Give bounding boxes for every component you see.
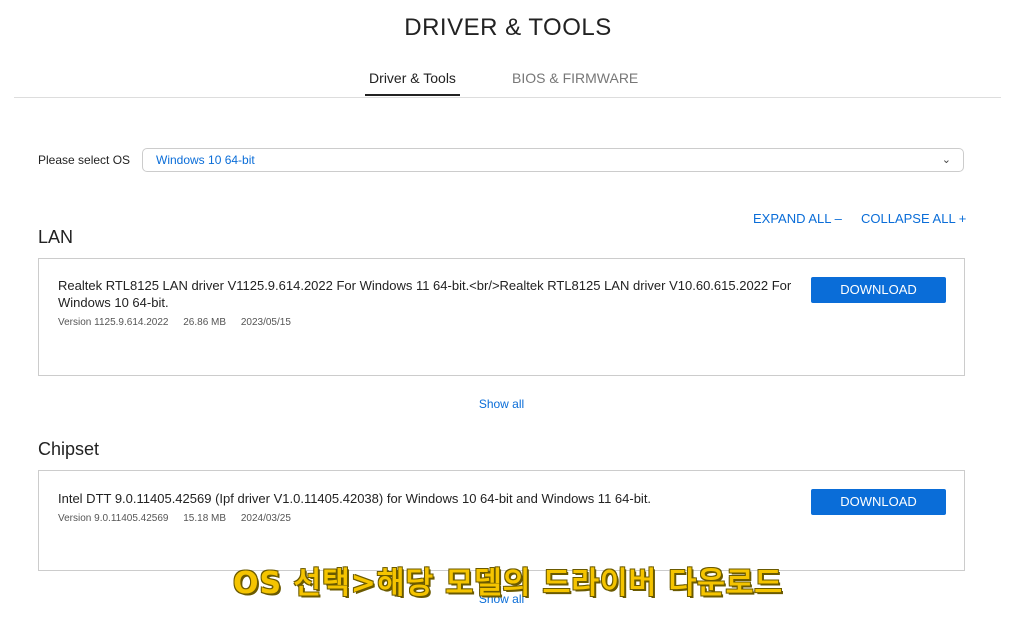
driver-meta: Version 9.0.11405.42569 15.18 MB 2024/03… (58, 513, 303, 524)
driver-description: Realtek RTL8125 LAN driver V1125.9.614.2… (58, 278, 792, 310)
driver-size: 26.86 MB (183, 317, 227, 328)
section-title-lan: LAN (38, 227, 74, 247)
os-select-value: Windows 10 64-bit (156, 153, 255, 167)
section-title-chipset: Chipset (38, 439, 100, 459)
tab-bios-firmware[interactable]: BIOS & FIRMWARE (512, 70, 638, 94)
expand-all-button[interactable]: EXPAND ALL – (753, 211, 842, 226)
tab-driver-tools[interactable]: Driver & Tools (365, 70, 460, 96)
driver-version: Version 1125.9.614.2022 (58, 317, 169, 328)
overlay-caption: OS 선택>해당 모델의 드라이버 다운로드 (232, 566, 784, 601)
driver-size: 15.18 MB (183, 513, 227, 524)
download-button[interactable]: DOWNLOAD (811, 277, 946, 303)
show-all-link-lan[interactable]: Show all (0, 397, 1003, 411)
os-select-label: Please select OS (38, 153, 131, 167)
driver-date: 2023/05/15 (240, 317, 291, 328)
download-button[interactable]: DOWNLOAD (811, 489, 946, 515)
os-select-dropdown[interactable]: Windows 10 64-bit ⌄ (142, 148, 964, 172)
tabs-divider (14, 97, 1001, 98)
driver-version: Version 9.0.11405.42569 (58, 513, 169, 524)
page-title: DRIVER & TOOLS (404, 14, 612, 41)
driver-card-lan: Realtek RTL8125 LAN driver V1125.9.614.2… (38, 258, 965, 376)
tab-bar: Driver & Tools BIOS & FIRMWARE (0, 70, 1016, 98)
collapse-all-button[interactable]: COLLAPSE ALL + (861, 211, 966, 226)
driver-meta: Version 1125.9.614.2022 26.86 MB 2023/05… (58, 317, 303, 328)
chevron-down-icon[interactable]: ⌄ (942, 153, 951, 166)
driver-date: 2024/03/25 (240, 513, 291, 524)
driver-description: Intel DTT 9.0.11405.42569 (Ipf driver V1… (58, 491, 652, 506)
driver-card-chipset: Intel DTT 9.0.11405.42569 (Ipf driver V1… (38, 470, 965, 571)
